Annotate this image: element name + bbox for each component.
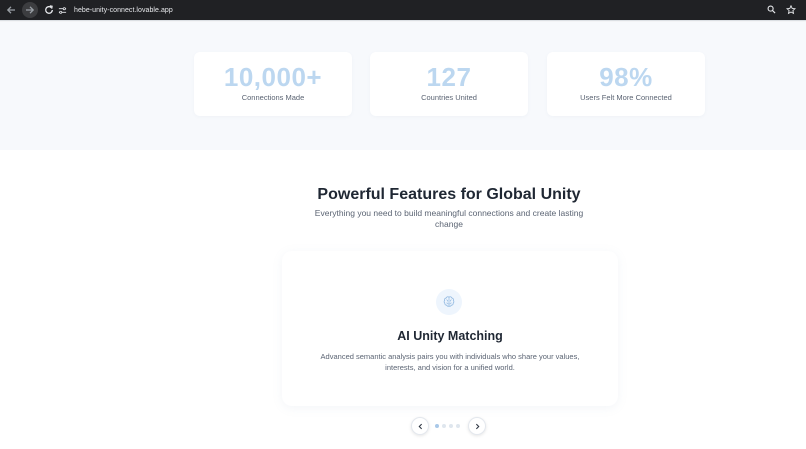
- forward-button[interactable]: [22, 2, 38, 18]
- carousel-dots: [435, 424, 460, 428]
- carousel-dot-3[interactable]: [449, 424, 453, 428]
- features-subtitle: Everything you need to build meaningful …: [314, 208, 584, 229]
- stats-section: 10,000+ Connections Made 127 Countries U…: [0, 22, 806, 150]
- carousel-next-button[interactable]: [468, 417, 486, 435]
- forward-arrow-icon: [26, 6, 35, 14]
- stat-label: Countries United: [421, 93, 477, 102]
- stat-label: Connections Made: [241, 93, 305, 102]
- carousel-dot-2[interactable]: [442, 424, 446, 428]
- url-text[interactable]: hebe-unity-connect.lovable.app: [74, 7, 173, 14]
- stat-card-users: 98% Users Felt More Connected: [547, 52, 705, 116]
- features-title: Powerful Features for Global Unity: [317, 186, 581, 203]
- bookmark-star-icon[interactable]: [785, 4, 796, 15]
- back-arrow-icon: [6, 6, 15, 14]
- address-bar[interactable]: hebe-unity-connect.lovable.app: [56, 2, 800, 18]
- reload-icon: [45, 5, 53, 14]
- site-settings-icon[interactable]: [58, 5, 68, 15]
- feature-card-description: Advanced semantic analysis pairs you wit…: [320, 352, 580, 372]
- carousel-dot-4[interactable]: [456, 424, 460, 428]
- stat-card-connections: 10,000+ Connections Made: [194, 52, 352, 116]
- brain-icon-badge: [436, 289, 462, 315]
- features-section: Powerful Features for Global Unity Every…: [0, 150, 806, 449]
- search-icon[interactable]: [766, 4, 777, 15]
- chevron-right-icon: [475, 423, 479, 429]
- stat-label: Users Felt More Connected: [580, 93, 672, 102]
- chevron-left-icon: [418, 423, 422, 429]
- brain-icon: [443, 296, 455, 307]
- feature-card-title: AI Unity Matching: [397, 329, 503, 343]
- stat-value: 98%: [599, 62, 653, 92]
- browser-toolbar: hebe-unity-connect.lovable.app: [0, 0, 806, 20]
- carousel-prev-button[interactable]: [411, 417, 429, 435]
- stat-value: 10,000+: [223, 62, 323, 92]
- stat-card-countries: 127 Countries United: [370, 52, 528, 116]
- stat-value: 127: [426, 62, 472, 92]
- reload-button[interactable]: [42, 3, 56, 17]
- feature-card: AI Unity Matching Advanced semantic anal…: [282, 251, 618, 406]
- back-button[interactable]: [4, 3, 18, 17]
- carousel-dot-1[interactable]: [435, 424, 439, 428]
